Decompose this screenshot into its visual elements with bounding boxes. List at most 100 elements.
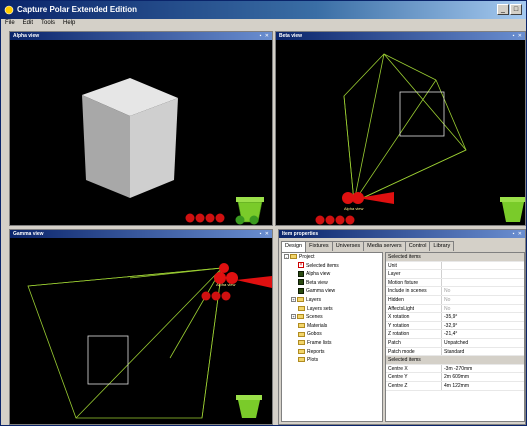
folder-icon xyxy=(298,322,305,328)
selection-icon: × xyxy=(298,262,304,269)
grid-value[interactable]: -35,9° xyxy=(442,313,524,321)
grid-value[interactable]: Standard xyxy=(442,348,524,356)
trash-icon[interactable] xyxy=(500,197,525,222)
grid-row[interactable]: Unit xyxy=(386,261,524,271)
minimize-button[interactable]: _ xyxy=(497,4,509,15)
tree-item[interactable]: Beta view xyxy=(282,279,382,288)
gamma-view-pane[interactable]: Gamma view ▪ ✕ Alpha view xyxy=(9,229,273,425)
tree-item[interactable]: Frame lists xyxy=(282,339,382,348)
menu-tools[interactable]: Tools xyxy=(37,19,59,26)
tree-item[interactable]: Alpha view xyxy=(282,270,382,279)
tree-item-label: Frame lists xyxy=(307,339,332,346)
grid-value[interactable]: No xyxy=(442,305,524,313)
expand-icon[interactable]: + xyxy=(291,314,296,320)
grid-row[interactable]: AffectsLight No xyxy=(386,304,524,314)
grid-value[interactable]: -3m -270mm xyxy=(442,365,524,373)
menu-edit[interactable]: Edit xyxy=(19,19,37,26)
tab-media-servers[interactable]: Media servers xyxy=(363,241,406,251)
grid-row[interactable]: Motion fixture xyxy=(386,278,524,288)
beta-view-label: Beta view xyxy=(279,33,303,39)
grid-row[interactable]: Include in scenes No xyxy=(386,287,524,296)
tree-item[interactable]: × Selected items xyxy=(282,262,382,271)
grid-value[interactable]: -21,4° xyxy=(442,330,524,338)
grid-row[interactable]: Patch mode Standard xyxy=(386,347,524,357)
alpha-view-pane[interactable]: Alpha view ▪ ✕ xyxy=(9,31,273,226)
tree-item[interactable]: + Scenes xyxy=(282,313,382,322)
beta-scene[interactable]: Alpha view xyxy=(276,40,525,226)
tree-item-label: Project xyxy=(299,254,315,260)
grid-key: Patch xyxy=(386,338,442,347)
grid-row[interactable]: Centre Z 4m 122mm xyxy=(386,381,524,391)
alpha-scene[interactable] xyxy=(10,40,272,226)
grid-key: Motion fixture xyxy=(386,278,442,287)
tree-item[interactable]: Materials xyxy=(282,322,382,331)
tree-item-label: Layers sets xyxy=(307,305,333,312)
grid-value[interactable]: Unpatched xyxy=(442,339,524,347)
grid-row[interactable]: X rotation -35,9° xyxy=(386,313,524,322)
folder-icon xyxy=(298,348,305,354)
pane-buttons[interactable]: ▪ ✕ xyxy=(513,231,523,237)
tab-universes[interactable]: Universes xyxy=(331,241,365,251)
grid-value[interactable] xyxy=(442,262,524,270)
grid-row[interactable]: Y rotation -32,9° xyxy=(386,321,524,331)
collapse-icon[interactable]: - xyxy=(284,254,289,260)
grid-value[interactable] xyxy=(442,279,524,287)
tree-item-label: Plots xyxy=(307,357,319,364)
tab-control[interactable]: Control xyxy=(404,241,431,251)
window-title: Capture Polar Extended Edition xyxy=(17,5,138,14)
maximize-button[interactable]: □ xyxy=(510,4,522,15)
app-icon xyxy=(4,5,14,15)
grid-row[interactable]: Z rotation -21,4° xyxy=(386,330,524,339)
menu-help[interactable]: Help xyxy=(59,19,79,26)
gamma-scene[interactable]: Alpha view xyxy=(10,238,272,425)
grid-row[interactable]: Layer xyxy=(386,270,524,279)
grid-value[interactable]: -32,9° xyxy=(442,322,524,330)
grid-key: Patch mode xyxy=(386,347,442,356)
tree-item[interactable]: - Project xyxy=(282,253,382,262)
tree-item[interactable]: + Layers xyxy=(282,296,382,305)
view-tool-icons[interactable] xyxy=(315,215,355,225)
grid-key: AffectsLight xyxy=(386,304,442,313)
grid-value[interactable]: 2m 609mm xyxy=(442,373,524,381)
tab-library[interactable]: Library xyxy=(429,241,455,251)
tree-item-label: Selected items xyxy=(306,262,339,269)
grid-key: Centre Y xyxy=(386,373,442,381)
grid-value[interactable]: No xyxy=(442,296,524,304)
tree-item-label: Scenes xyxy=(306,314,323,321)
tree-item[interactable]: Plots xyxy=(282,356,382,365)
tree-item[interactable]: Layers sets xyxy=(282,305,382,314)
grid-value[interactable]: No xyxy=(442,287,524,295)
beta-view-pane[interactable]: Beta view ▪ ✕ Alpha view xyxy=(275,31,526,226)
grid-key: Include in scenes xyxy=(386,287,442,295)
grid-section-header: Selected items xyxy=(386,356,524,365)
pane-buttons[interactable]: ▪ ✕ xyxy=(260,33,270,39)
grid-row[interactable]: Centre X -3m -270mm xyxy=(386,364,524,374)
tab-fixtures[interactable]: Fixtures xyxy=(305,241,333,251)
tree-item[interactable]: Gamma view xyxy=(282,287,382,296)
view-tool-icons[interactable] xyxy=(201,291,231,301)
grid-row[interactable]: Hidden No xyxy=(386,295,524,305)
view-icon xyxy=(298,288,304,295)
expand-icon[interactable]: + xyxy=(291,297,296,303)
alpha-view-label: Alpha view xyxy=(13,33,40,39)
tree-item[interactable]: Gobos xyxy=(282,330,382,339)
tree-item[interactable]: Reports xyxy=(282,348,382,357)
grid-section-header: Selected items xyxy=(386,253,524,262)
menu-file[interactable]: File xyxy=(1,19,19,26)
trash-icon[interactable] xyxy=(236,395,262,418)
grid-key: X rotation xyxy=(386,313,442,321)
fixture-icon[interactable] xyxy=(342,192,394,204)
properties-tabs: Design Fixtures Universes Media servers Cont… xyxy=(281,241,455,252)
camera-label: Alpha view xyxy=(216,282,235,287)
project-tree[interactable]: - Project × Selected items Alpha view Beta vi… xyxy=(281,252,383,422)
property-grid[interactable]: Selected items Unit Layer Motion fixture Inc… xyxy=(385,252,525,422)
pane-buttons[interactable]: ▪ ✕ xyxy=(260,231,270,237)
pane-buttons[interactable]: ▪ ✕ xyxy=(513,33,523,39)
folder-icon xyxy=(298,357,305,363)
tab-design[interactable]: Design xyxy=(281,241,307,252)
grid-value[interactable] xyxy=(442,270,524,278)
grid-value[interactable]: 4m 122mm xyxy=(442,382,524,390)
tree-item-label: Materials xyxy=(307,322,328,329)
grid-row[interactable]: Patch Unpatched xyxy=(386,338,524,348)
grid-row[interactable]: Centre Y 2m 609mm xyxy=(386,373,524,382)
